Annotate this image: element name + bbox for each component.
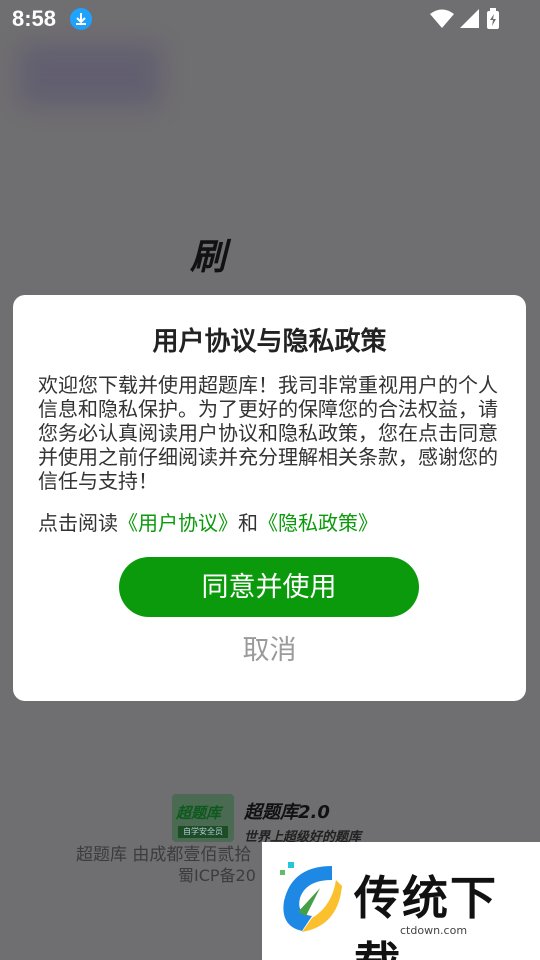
app-logo: 超题库 自学安全员 [172, 794, 234, 842]
status-bar: 8:58 [0, 0, 540, 38]
splash-title-char: 刷 [190, 237, 227, 278]
links-prefix: 点击阅读 [38, 511, 118, 535]
brand-name: 超题库2.0 [244, 802, 330, 823]
battery-icon [486, 8, 500, 34]
watermark-logo-icon [280, 862, 342, 932]
signal-icon [460, 9, 480, 33]
user-agreement-link[interactable]: 《用户协议》 [118, 511, 238, 535]
dialog-body: 欢迎您下载并使用超题库！我司非常重视用户的个人信息和隐私保护。为了更好的保障您的… [38, 373, 498, 493]
watermark-url: ctdown.com [400, 924, 468, 937]
logo-tag: 自学安全员 [178, 826, 228, 838]
wifi-icon [430, 9, 454, 33]
dialog-title: 用户协议与隐私政策 [152, 327, 387, 357]
cancel-button[interactable]: 取消 [13, 628, 526, 667]
clock: 8:58 [12, 6, 57, 31]
download-icon [70, 8, 92, 30]
logo-text: 超题库 [176, 804, 222, 822]
blurred-banner [20, 45, 160, 105]
privacy-policy-link[interactable]: 《隐私政策》 [258, 511, 378, 535]
watermark-text: 传统下载 [354, 871, 498, 960]
privacy-dialog: 用户协议与隐私政策 欢迎您下载并使用超题库！我司非常重视用户的个人信息和隐私保护… [13, 295, 526, 701]
policy-links: 点击阅读《用户协议》和《隐私政策》 [38, 507, 378, 536]
watermark: 传统下载 ctdown.com [262, 842, 540, 960]
icp-text: 蜀ICP备20 [178, 866, 256, 885]
agree-button[interactable]: 同意并使用 [119, 557, 419, 617]
links-join: 和 [238, 511, 258, 535]
